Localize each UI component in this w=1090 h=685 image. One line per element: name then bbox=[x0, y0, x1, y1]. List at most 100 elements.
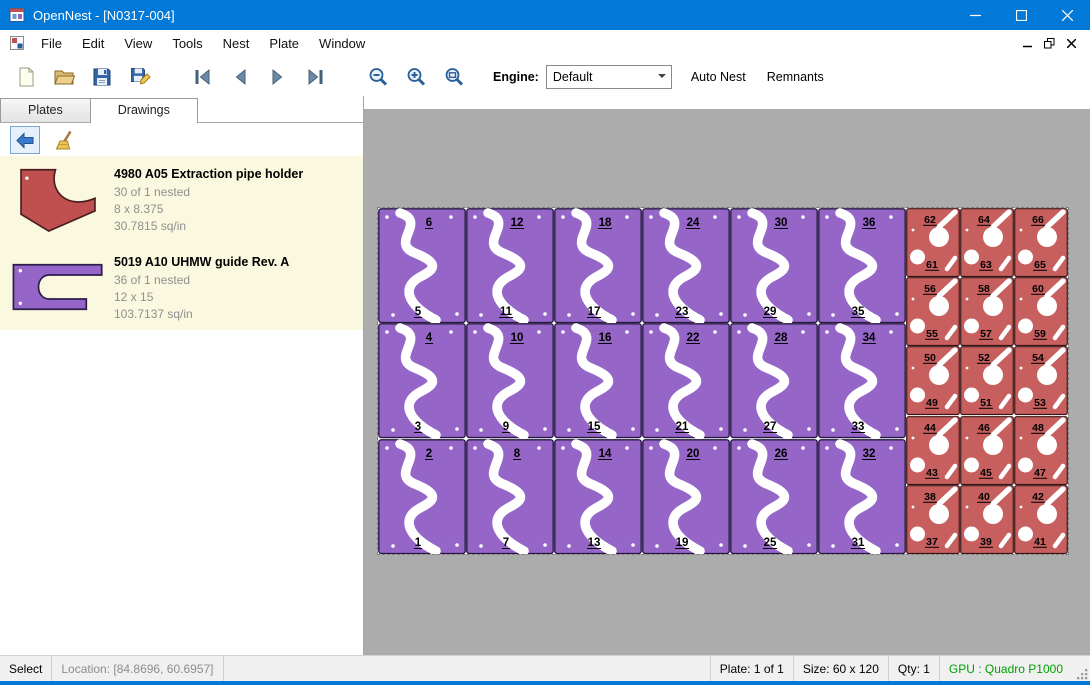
document-window-icon bbox=[10, 36, 25, 51]
resize-grip[interactable] bbox=[1072, 655, 1090, 682]
save-button[interactable] bbox=[86, 61, 118, 93]
status-qty: Qty: 1 bbox=[888, 656, 939, 681]
nest-cell-purple[interactable]: 2221 bbox=[642, 323, 730, 438]
tab-plates[interactable]: Plates bbox=[0, 98, 91, 122]
nest-cell-purple[interactable]: 14 13 bbox=[554, 439, 642, 554]
drawing-list: 4980 A05 Extraction pipe holder30 of 1 n… bbox=[0, 156, 363, 656]
nest-cell-purple[interactable]: 43 bbox=[378, 323, 466, 438]
new-button[interactable] bbox=[10, 61, 42, 93]
nest-cell-purple[interactable]: 87 bbox=[466, 439, 554, 554]
menu-edit[interactable]: Edit bbox=[72, 30, 114, 57]
nest-cell-red[interactable]: 6261 bbox=[906, 208, 960, 277]
svg-text:13: 13 bbox=[588, 537, 601, 549]
nest-cell-red[interactable]: 5655 bbox=[906, 277, 960, 346]
nest-cell-red[interactable]: 3837 bbox=[906, 485, 960, 554]
drawing-area: 103.7137 sq/in bbox=[114, 306, 289, 323]
nest-cell-purple[interactable]: 1817 bbox=[554, 208, 642, 323]
svg-text:21: 21 bbox=[676, 421, 689, 433]
svg-text:8: 8 bbox=[514, 448, 521, 460]
clear-button[interactable] bbox=[50, 126, 80, 154]
drawing-nested-count: 30 of 1 nested bbox=[114, 184, 303, 201]
nest-cell-red[interactable]: 4847 bbox=[1014, 416, 1068, 485]
status-gpu: GPU : Quadro P1000 bbox=[939, 656, 1072, 681]
menu-nest[interactable]: Nest bbox=[213, 30, 260, 57]
menu-file[interactable]: File bbox=[31, 30, 72, 57]
svg-text:65: 65 bbox=[1034, 260, 1046, 271]
next-plate-button[interactable] bbox=[262, 61, 294, 93]
nest-cell-red[interactable]: 5251 bbox=[960, 346, 1014, 415]
svg-text:37: 37 bbox=[926, 537, 938, 548]
menu-plate[interactable]: Plate bbox=[259, 30, 309, 57]
drawing-item[interactable]: 4980 A05 Extraction pipe holder30 of 1 n… bbox=[0, 156, 363, 244]
nest-cell-red[interactable]: 6463 bbox=[960, 208, 1014, 277]
nest-cell-red[interactable]: 5857 bbox=[960, 277, 1014, 346]
nest-cell-purple[interactable]: 109 bbox=[466, 323, 554, 438]
open-button[interactable] bbox=[48, 61, 80, 93]
menu-window[interactable]: Window bbox=[309, 30, 375, 57]
zoom-out-button[interactable] bbox=[362, 61, 394, 93]
svg-text:14: 14 bbox=[599, 448, 612, 460]
menu-tools[interactable]: Tools bbox=[162, 30, 212, 57]
canvas-top-strip bbox=[364, 96, 1090, 109]
plate-sheet[interactable]: 6512111817242330293635431091615222128273… bbox=[378, 208, 1068, 554]
drawing-size: 12 x 15 bbox=[114, 289, 289, 306]
nest-cell-purple[interactable]: 1615 bbox=[554, 323, 642, 438]
nest-cell-purple[interactable]: 3231 bbox=[818, 439, 906, 554]
status-location: Location: [84.8696, 60.6957] bbox=[52, 656, 223, 681]
svg-text:64: 64 bbox=[978, 215, 990, 226]
svg-text:59: 59 bbox=[1034, 329, 1046, 340]
drawing-item[interactable]: 5019 A10 UHMW guide Rev. A36 of 1 nested… bbox=[0, 244, 363, 330]
nest-cell-purple[interactable]: 21 bbox=[378, 439, 466, 554]
nest-canvas[interactable]: 6512111817242330293635431091615222128273… bbox=[364, 96, 1090, 656]
nest-cell-red[interactable]: 60 59 bbox=[1014, 277, 1068, 346]
mdi-close-button[interactable] bbox=[1060, 34, 1082, 54]
svg-text:43: 43 bbox=[926, 468, 938, 479]
mdi-restore-button[interactable] bbox=[1038, 34, 1060, 54]
menu-view[interactable]: View bbox=[114, 30, 162, 57]
svg-text:60: 60 bbox=[1032, 284, 1044, 295]
app-icon bbox=[9, 7, 25, 23]
maximize-button[interactable] bbox=[998, 0, 1044, 30]
last-arrow-icon bbox=[305, 66, 327, 88]
nest-cell-red[interactable]: 4039 bbox=[960, 485, 1014, 554]
svg-text:57: 57 bbox=[980, 329, 992, 340]
nest-cell-purple[interactable]: 2625 bbox=[730, 439, 818, 554]
mdi-minimize-button[interactable] bbox=[1016, 34, 1038, 54]
svg-text:18: 18 bbox=[599, 217, 612, 229]
previous-plate-button[interactable] bbox=[224, 61, 256, 93]
minimize-button[interactable] bbox=[952, 0, 998, 30]
first-plate-button[interactable] bbox=[186, 61, 218, 93]
svg-text:9: 9 bbox=[503, 421, 509, 433]
nest-cell-purple[interactable]: 3635 bbox=[818, 208, 906, 323]
tab-drawings[interactable]: Drawings bbox=[90, 98, 198, 123]
open-folder-icon bbox=[53, 66, 75, 88]
nest-cell-red[interactable]: 5453 bbox=[1014, 346, 1068, 415]
remnants-button[interactable]: Remnants bbox=[765, 66, 826, 88]
zoom-in-button[interactable] bbox=[400, 61, 432, 93]
nest-cell-purple[interactable]: 2423 bbox=[642, 208, 730, 323]
nest-cell-red[interactable]: 4645 bbox=[960, 416, 1014, 485]
nest-cell-red[interactable]: 4443 bbox=[906, 416, 960, 485]
svg-text:52: 52 bbox=[978, 353, 990, 364]
nest-cell-red[interactable]: 6665 bbox=[1014, 208, 1068, 277]
zoom-to-fit-button[interactable] bbox=[438, 61, 470, 93]
nest-cell-purple[interactable]: 2827 bbox=[730, 323, 818, 438]
svg-text:28: 28 bbox=[775, 332, 788, 344]
nest-cell-purple[interactable]: 3433 bbox=[818, 323, 906, 438]
save-as-button[interactable] bbox=[124, 61, 156, 93]
svg-text:24: 24 bbox=[687, 217, 700, 229]
nest-cell-red[interactable]: 5049 bbox=[906, 346, 960, 415]
auto-nest-button[interactable]: Auto Nest bbox=[689, 66, 748, 88]
engine-select[interactable]: Default bbox=[546, 65, 672, 89]
red-grid: 626164636665 56555857 60 59 504952515453 4443… bbox=[906, 208, 1068, 554]
return-part-button[interactable] bbox=[10, 126, 40, 154]
nest-cell-purple[interactable]: 2019 bbox=[642, 439, 730, 554]
nest-cell-purple[interactable]: 65 bbox=[378, 208, 466, 323]
last-plate-button[interactable] bbox=[300, 61, 332, 93]
close-button[interactable] bbox=[1044, 0, 1090, 30]
window-title: OpenNest - [N0317-004] bbox=[33, 8, 175, 23]
drawing-thumbnail bbox=[2, 251, 114, 323]
nest-cell-purple[interactable]: 3029 bbox=[730, 208, 818, 323]
nest-cell-red[interactable]: 4241 bbox=[1014, 485, 1068, 554]
nest-cell-purple[interactable]: 1211 bbox=[466, 208, 554, 323]
